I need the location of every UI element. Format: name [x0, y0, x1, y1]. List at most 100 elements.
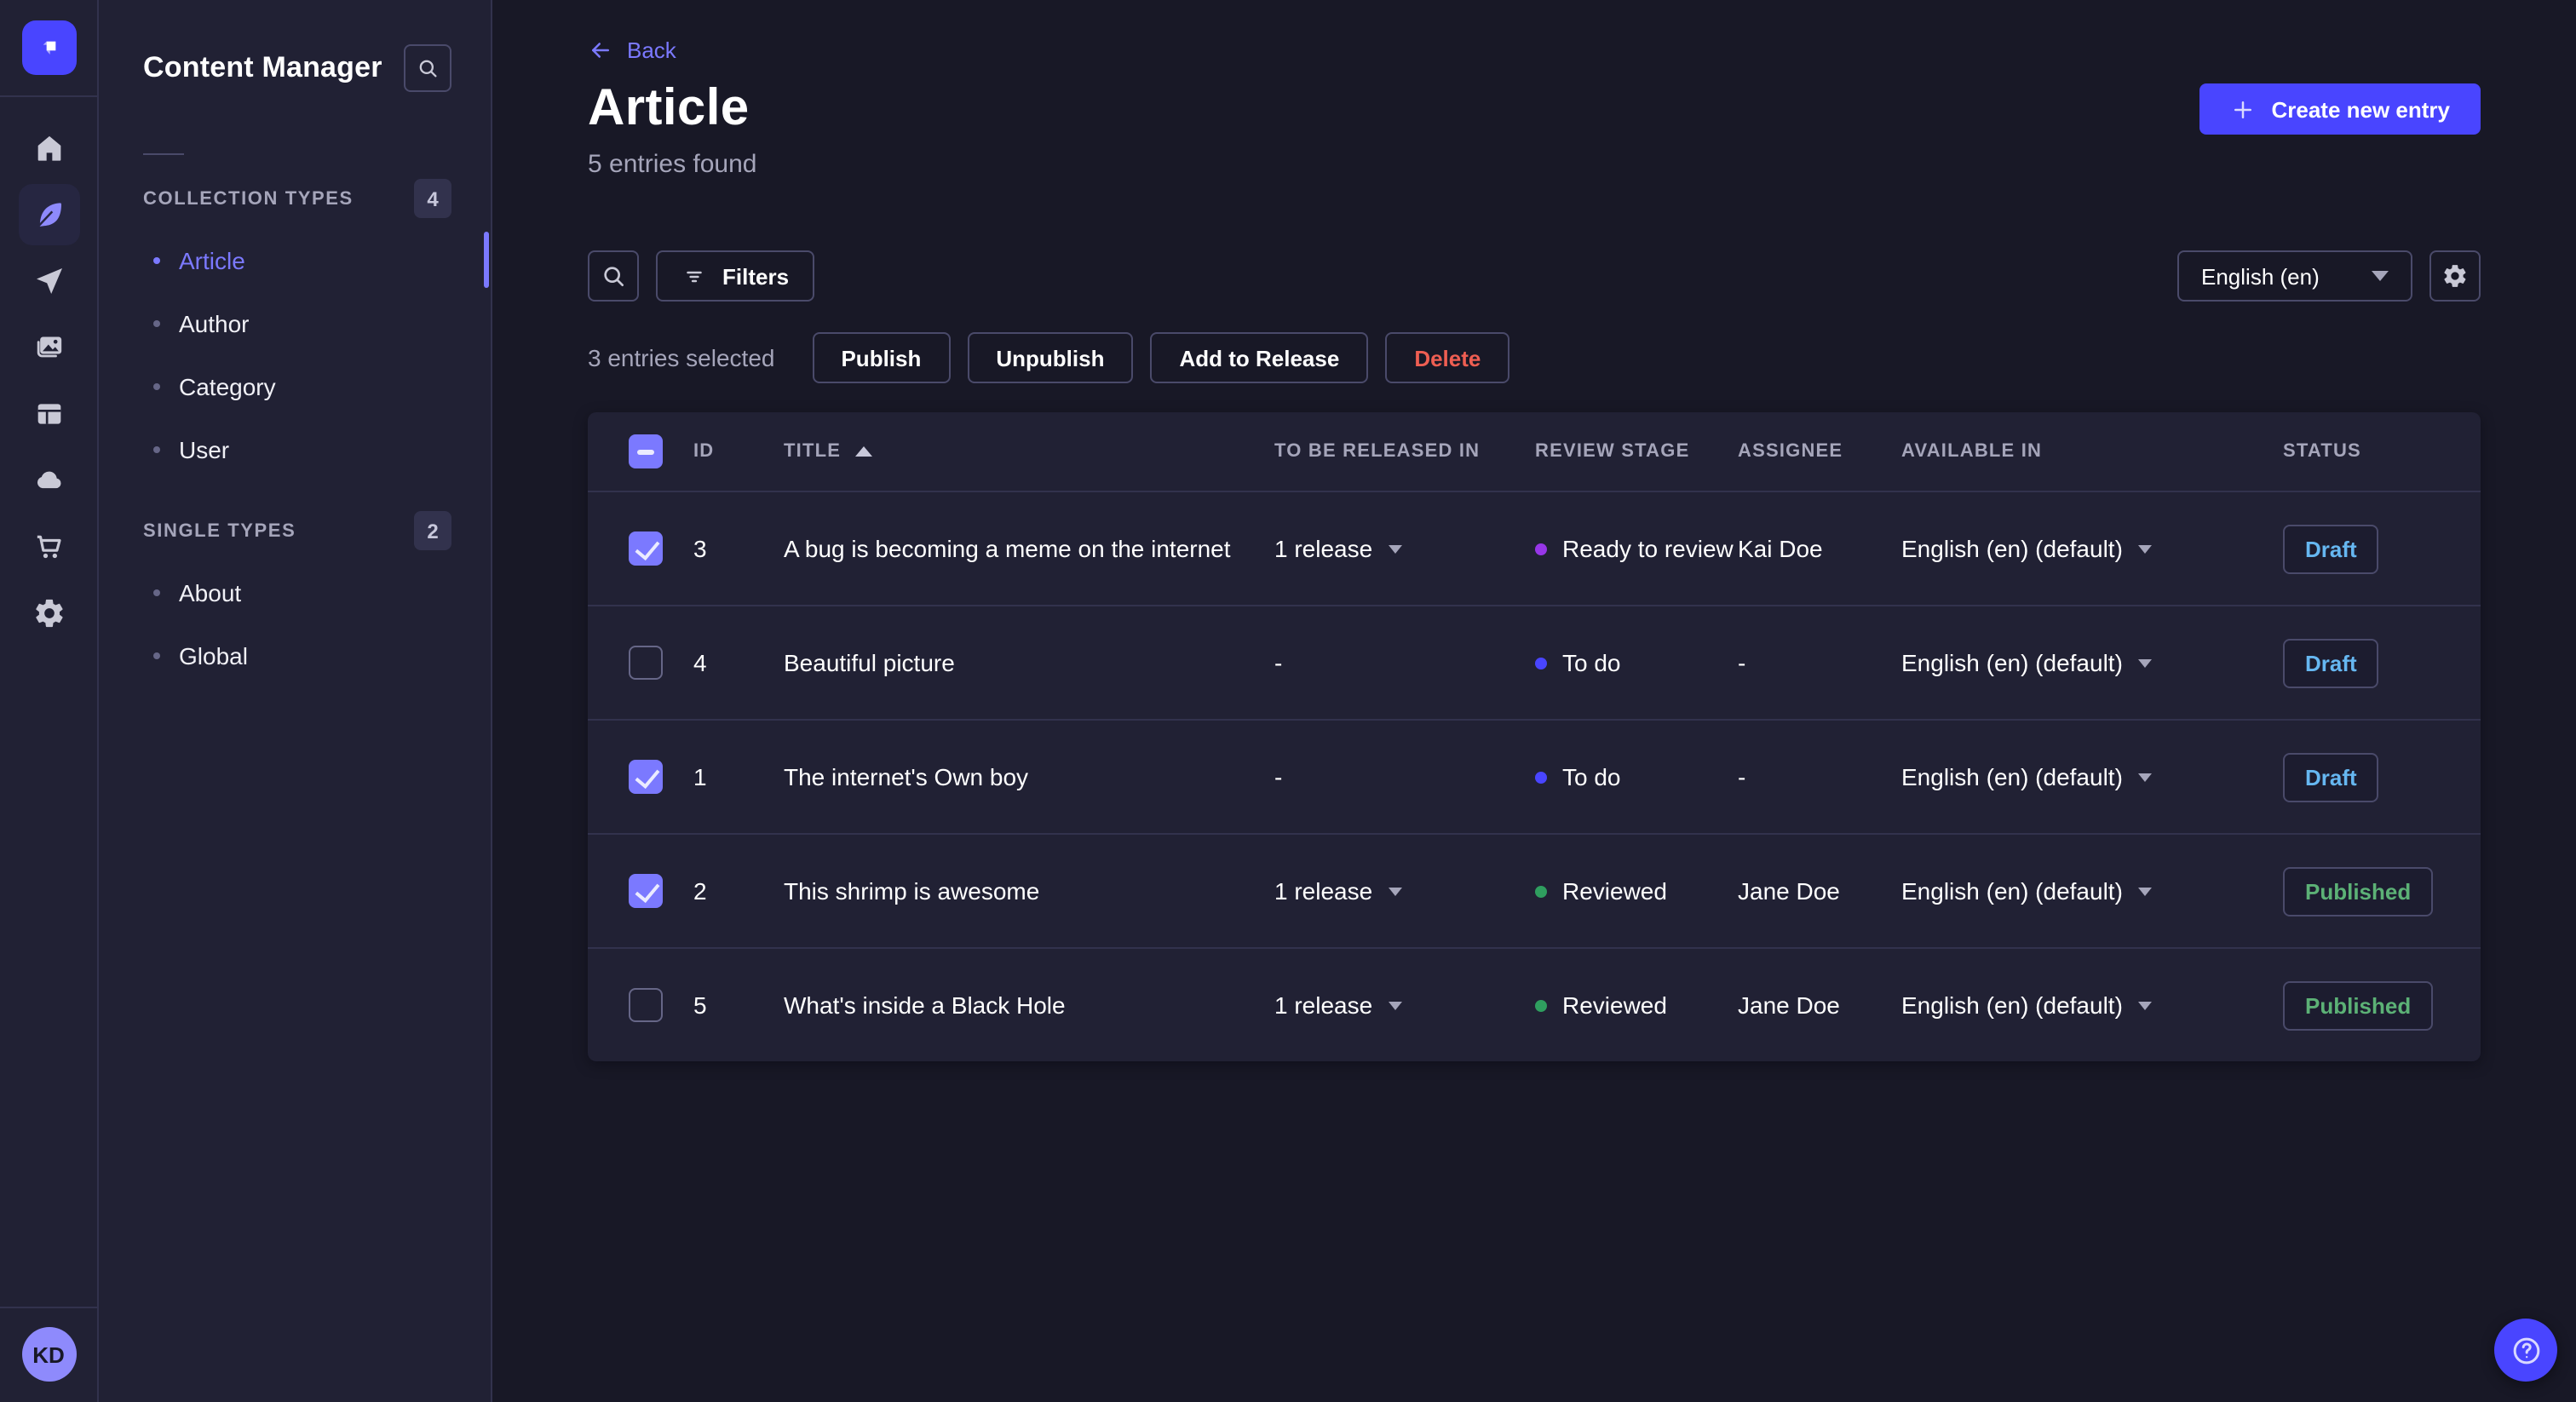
chevron-down-icon: [2137, 544, 2152, 553]
view-settings-button[interactable]: [2429, 250, 2481, 302]
sidebar-item-user[interactable]: User: [99, 417, 491, 480]
stage-dot-icon: [1535, 543, 1547, 554]
collection-types-count: 4: [414, 179, 451, 218]
add-to-release-button[interactable]: Add to Release: [1150, 332, 1369, 383]
plus-icon: [2234, 101, 2252, 118]
stage-dot-icon: [1535, 771, 1547, 783]
column-header-status: STATUS: [2283, 441, 2361, 462]
bullet-icon: [153, 445, 160, 452]
column-header-review-stage: REVIEW STAGE: [1535, 441, 1690, 462]
stage-dot-icon: [1535, 885, 1547, 897]
locale-select[interactable]: English (en): [2177, 250, 2412, 302]
sidebar-item-article[interactable]: Article: [99, 228, 491, 291]
search-icon: [604, 267, 624, 286]
row-title: Beautiful picture: [784, 649, 955, 676]
chevron-down-icon: [1388, 544, 1402, 553]
sidebar-item-author[interactable]: Author: [99, 291, 491, 354]
status-badge: Published: [2283, 980, 2434, 1030]
released-in-cell[interactable]: 1 release: [1274, 877, 1535, 905]
row-checkbox[interactable]: [629, 988, 663, 1022]
row-title: This shrimp is awesome: [784, 877, 1040, 905]
main-content: Back Article Create new entry 5 entries …: [492, 0, 2576, 1402]
stage-dot-icon: [1535, 657, 1547, 669]
avatar[interactable]: KD: [21, 1327, 76, 1382]
row-checkbox[interactable]: [629, 646, 663, 680]
collection-types-label: COLLECTION TYPES: [143, 188, 354, 209]
media-library-icon[interactable]: [18, 317, 79, 378]
content-manager-icon[interactable]: [18, 184, 79, 245]
sidebar-item-about[interactable]: About: [99, 560, 491, 623]
column-header-title[interactable]: TITLE: [784, 441, 1274, 462]
single-types-label: SINGLE TYPES: [143, 520, 296, 541]
chevron-down-icon: [2372, 271, 2389, 281]
table-row[interactable]: 1 The internet's Own boy - To do - Engli…: [588, 719, 2481, 833]
strapi-logo-icon: [42, 41, 55, 55]
row-id: 2: [693, 877, 707, 905]
home-icon[interactable]: [18, 118, 79, 179]
selection-summary: 3 entries selected: [588, 344, 775, 371]
publish-button[interactable]: Publish: [812, 332, 951, 383]
available-in-cell[interactable]: English (en) (default): [1901, 649, 2283, 676]
review-stage-cell: To do: [1535, 649, 1738, 676]
released-in-cell[interactable]: 1 release: [1274, 535, 1535, 562]
bullet-icon: [153, 319, 160, 326]
nav-rail: KD: [0, 0, 99, 1402]
row-checkbox[interactable]: [629, 874, 663, 908]
row-checkbox[interactable]: [629, 531, 663, 566]
table-row[interactable]: 4 Beautiful picture - To do - English (e…: [588, 605, 2481, 719]
row-id: 1: [693, 763, 707, 790]
assignee-cell: Jane Doe: [1738, 991, 1840, 1019]
row-title: The internet's Own boy: [784, 763, 1029, 790]
search-button[interactable]: [588, 250, 639, 302]
entries-table: ID TITLE TO BE RELEASED IN REVIEW STAGE …: [588, 412, 2481, 1061]
back-link[interactable]: Back: [588, 37, 676, 63]
releases-icon[interactable]: [18, 250, 79, 312]
entries-count: 5 entries found: [588, 150, 757, 179]
available-in-cell[interactable]: English (en) (default): [1901, 763, 2283, 790]
strapi-logo[interactable]: [21, 20, 76, 75]
filter-icon: [687, 270, 702, 282]
released-in-cell[interactable]: 1 release: [1274, 991, 1535, 1019]
create-new-entry-button[interactable]: Create new entry: [2199, 83, 2481, 135]
sidebar-search-button[interactable]: [404, 44, 451, 92]
filters-button[interactable]: Filters: [656, 250, 815, 302]
available-in-cell[interactable]: English (en) (default): [1901, 877, 2283, 905]
single-types-count: 2: [414, 511, 451, 550]
cloud-icon[interactable]: [18, 450, 79, 511]
status-badge: Published: [2283, 866, 2434, 916]
rail-footer: KD: [0, 1307, 97, 1402]
review-stage-cell: Ready to review: [1535, 535, 1738, 562]
row-title: A bug is becoming a meme on the internet: [784, 535, 1231, 562]
help-button[interactable]: [2494, 1319, 2557, 1382]
select-all-checkbox[interactable]: [629, 434, 663, 468]
marketplace-icon[interactable]: [18, 516, 79, 577]
chevron-down-icon: [1388, 1001, 1402, 1009]
sidebar-item-global[interactable]: Global: [99, 623, 491, 687]
table-row[interactable]: 2 This shrimp is awesome 1 release Revie…: [588, 833, 2481, 947]
delete-button[interactable]: Delete: [1385, 332, 1510, 383]
sidebar-title: Content Manager: [143, 51, 382, 83]
status-badge: Draft: [2283, 524, 2379, 573]
column-header-released-in: TO BE RELEASED IN: [1274, 441, 1481, 462]
table-row[interactable]: 5 What's inside a Black Hole 1 release R…: [588, 947, 2481, 1061]
page-title: Article: [588, 80, 750, 136]
column-header-assignee: ASSIGNEE: [1738, 441, 1843, 462]
row-id: 5: [693, 991, 707, 1019]
app-window: KD Content Manager COLLECTION TYPES 4 Ar…: [0, 0, 2576, 1402]
available-in-cell[interactable]: English (en) (default): [1901, 991, 2283, 1019]
unpublish-button[interactable]: Unpublish: [967, 332, 1134, 383]
collection-types-list: Article Author Category User: [99, 228, 491, 480]
row-checkbox[interactable]: [629, 760, 663, 794]
arrow-left-icon: [592, 43, 609, 58]
available-in-cell[interactable]: English (en) (default): [1901, 535, 2283, 562]
table-header-row: ID TITLE TO BE RELEASED IN REVIEW STAGE …: [588, 412, 2481, 491]
content-type-builder-icon[interactable]: [18, 383, 79, 445]
table-row[interactable]: 3 A bug is becoming a meme on the intern…: [588, 491, 2481, 605]
assignee-cell: -: [1738, 763, 1746, 790]
sidebar-item-category[interactable]: Category: [99, 354, 491, 417]
bullet-icon: [153, 589, 160, 595]
row-id: 4: [693, 649, 707, 676]
bullet-icon: [153, 256, 160, 263]
stage-dot-icon: [1535, 999, 1547, 1011]
settings-icon[interactable]: [18, 583, 79, 644]
